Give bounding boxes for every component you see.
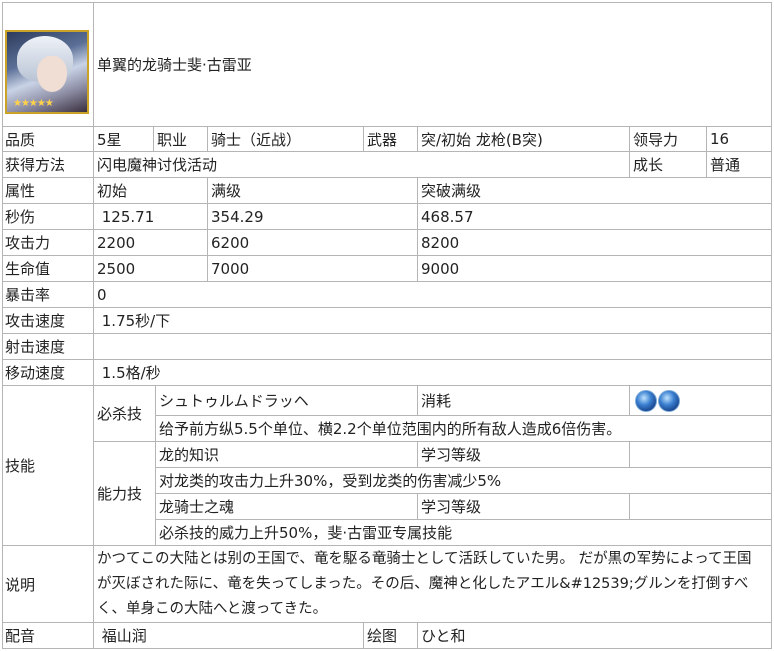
obtain-value: 闪电魔神讨伐活动	[94, 152, 630, 178]
move-speed-value: 1.5格/秒	[94, 360, 772, 386]
character-name: 单翼的龙骑士斐·古雷亚	[97, 55, 252, 74]
ability2-name: 龙骑士之魂	[156, 494, 418, 520]
initial-header: 初始	[94, 178, 208, 204]
job-value: 骑士（近战）	[208, 127, 364, 152]
ultimate-desc: 给予前方纵5.5个单位、横2.2个单位范围内的所有敌人造成6倍伤害。	[156, 416, 772, 442]
ability1-level-value	[630, 442, 772, 468]
hp-awaken: 9000	[418, 256, 772, 282]
hp-label: 生命值	[2, 256, 94, 282]
voice-label: 配音	[2, 623, 94, 649]
character-portrait: ★★★★★	[5, 30, 89, 114]
ability2-level-value	[630, 494, 772, 520]
ultimate-name: シュトゥルムドラッヘ	[156, 386, 418, 416]
growth-value: 普通	[707, 152, 772, 178]
cost-value	[630, 386, 772, 416]
atk-speed-label: 攻击速度	[2, 308, 94, 334]
dps-initial: 125.71	[94, 204, 208, 230]
move-speed-label: 移动速度	[2, 360, 94, 386]
crit-label: 暴击率	[2, 282, 94, 308]
ability1-name: 龙的知识	[156, 442, 418, 468]
cost-orb-icon	[635, 389, 657, 412]
quality-label: 品质	[2, 127, 94, 152]
dps-awaken: 468.57	[418, 204, 772, 230]
weapon-value: 突/初始 龙枪(B突)	[418, 127, 630, 152]
atk-awaken: 8200	[418, 230, 772, 256]
obtain-label: 获得方法	[2, 152, 94, 178]
ability2-level-label: 学习等级	[418, 494, 630, 520]
ability1-level-label: 学习等级	[418, 442, 630, 468]
hp-max: 7000	[208, 256, 418, 282]
voice-value: 福山润	[94, 623, 364, 649]
crit-value: 0	[94, 282, 772, 308]
atk-max: 6200	[208, 230, 418, 256]
ability-label: 能力技	[94, 442, 156, 546]
leadership-value: 16	[707, 127, 772, 152]
max-header: 满级	[208, 178, 418, 204]
dps-label: 秒伤	[2, 204, 94, 230]
shoot-speed-value	[94, 334, 772, 360]
character-title: 单翼的龙骑士斐·古雷亚	[94, 2, 772, 127]
attr-header: 属性	[2, 178, 94, 204]
art-value: ひと和	[418, 623, 772, 649]
awaken-header: 突破满级	[418, 178, 772, 204]
job-label: 职业	[154, 127, 208, 152]
rarity-stars: ★★★★★	[13, 98, 54, 109]
cost-orbs	[635, 389, 680, 412]
quality-value: 5星	[94, 127, 154, 152]
atk-speed-value: 1.75秒/下	[94, 308, 772, 334]
description-text: かつてこの大陆とは别の王国で、竜を駆る竜骑士として活跃していた男。 だが黒の军势…	[94, 546, 772, 623]
cost-label: 消耗	[418, 386, 630, 416]
shoot-speed-label: 射击速度	[2, 334, 94, 360]
cost-orb-icon	[658, 389, 680, 412]
art-label: 绘图	[364, 623, 418, 649]
growth-label: 成长	[630, 152, 707, 178]
ability1-desc: 对龙类的攻击力上升30%，受到龙类的伤害减少5%	[156, 468, 772, 494]
hp-initial: 2500	[94, 256, 208, 282]
dps-max: 354.29	[208, 204, 418, 230]
atk-label: 攻击力	[2, 230, 94, 256]
atk-initial: 2200	[94, 230, 208, 256]
ability2-desc: 必杀技的威力上升50%，斐·古雷亚专属技能	[156, 520, 772, 546]
description-label: 说明	[2, 546, 94, 623]
leadership-label: 领导力	[630, 127, 707, 152]
skills-label: 技能	[2, 386, 94, 546]
character-info-table: ★★★★★ 单翼的龙骑士斐·古雷亚 品质 5星 职业 骑士（近战） 武器 突/初…	[0, 0, 774, 651]
weapon-label: 武器	[364, 127, 418, 152]
ultimate-label: 必杀技	[94, 386, 156, 442]
